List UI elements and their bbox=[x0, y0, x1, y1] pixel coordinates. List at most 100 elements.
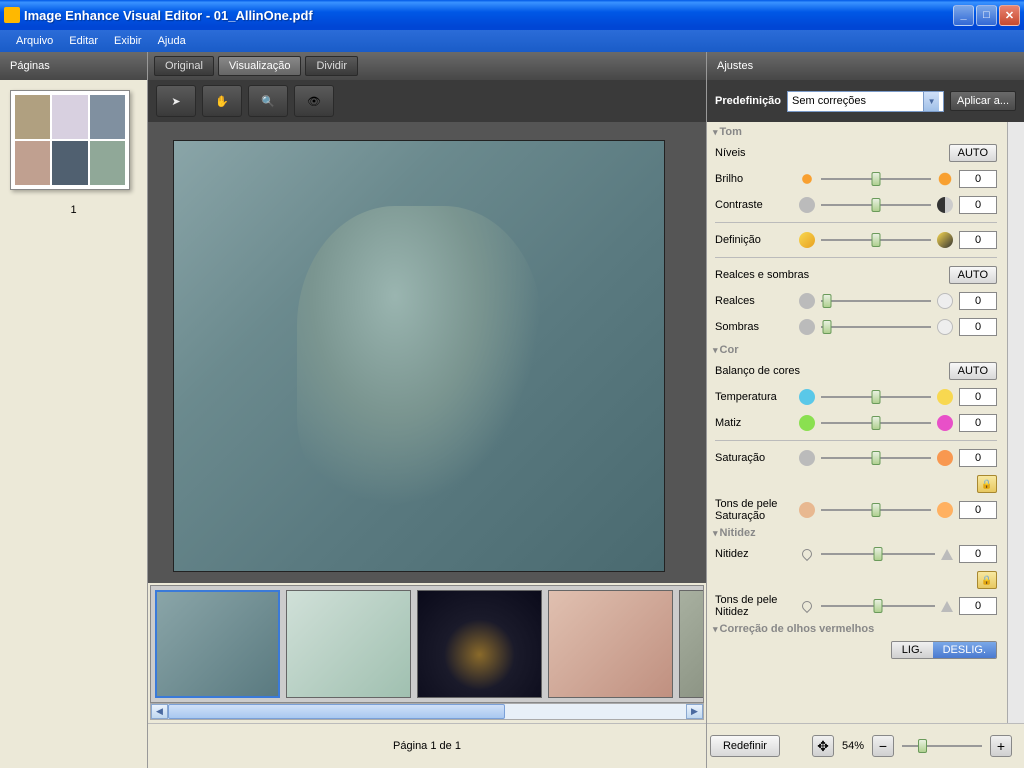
panel-scrollbar[interactable] bbox=[1007, 122, 1024, 723]
maximize-button[interactable]: □ bbox=[976, 5, 997, 26]
definicao-value[interactable]: 0 bbox=[959, 231, 997, 249]
redefine-button[interactable]: Redefinir bbox=[710, 735, 780, 757]
titlebar: Image Enhance Visual Editor - 01_AllinOn… bbox=[0, 0, 1024, 30]
main-image[interactable] bbox=[173, 140, 665, 572]
zoom-out-button[interactable]: − bbox=[872, 735, 894, 757]
matiz-slider[interactable] bbox=[821, 415, 931, 431]
tab-visualizacao[interactable]: Visualização bbox=[218, 56, 302, 76]
niveis-auto-button[interactable]: AUTO bbox=[949, 144, 997, 162]
page-number: 1 bbox=[10, 204, 137, 216]
highlights-high-icon bbox=[937, 293, 953, 309]
redeye-toggle: LIG. DESLIG. bbox=[891, 641, 997, 659]
fit-button[interactable]: ✥ bbox=[812, 735, 834, 757]
zoom-tool[interactable]: 🔍 bbox=[248, 85, 288, 117]
tonspele-sat-value[interactable]: 0 bbox=[959, 501, 997, 519]
app-icon bbox=[4, 7, 20, 23]
balanco-auto-button[interactable]: AUTO bbox=[949, 362, 997, 380]
saturacao-slider[interactable] bbox=[821, 450, 931, 466]
menu-exibir[interactable]: Exibir bbox=[106, 33, 150, 49]
menu-editar[interactable]: Editar bbox=[61, 33, 106, 49]
pages-header: Páginas bbox=[0, 52, 147, 80]
realces-auto-button[interactable]: AUTO bbox=[949, 266, 997, 284]
redeye-on-button[interactable]: LIG. bbox=[892, 642, 933, 658]
hand-icon: ✋ bbox=[215, 95, 229, 108]
contraste-slider[interactable] bbox=[821, 197, 931, 213]
realces-value[interactable]: 0 bbox=[959, 292, 997, 310]
sharp-low-icon bbox=[800, 547, 814, 561]
sat-low-icon bbox=[799, 450, 815, 466]
zoom-in-button[interactable]: + bbox=[990, 735, 1012, 757]
close-button[interactable]: ✕ bbox=[999, 5, 1020, 26]
sombras-slider[interactable] bbox=[821, 319, 931, 335]
tonspele-sat-label: Tons de pele Saturação bbox=[715, 498, 793, 522]
section-tom[interactable]: Tom bbox=[707, 122, 1005, 140]
panel-footer: Redefinir ✥ 54% − + bbox=[707, 723, 1024, 768]
redeye-off-button[interactable]: DESLIG. bbox=[933, 642, 996, 658]
filmstrip-thumb[interactable] bbox=[286, 590, 411, 698]
realces-slider[interactable] bbox=[821, 293, 931, 309]
nitidez-slider[interactable] bbox=[821, 546, 935, 562]
scroll-right-button[interactable]: ▶ bbox=[686, 704, 703, 719]
nitidez-label: Nitidez bbox=[715, 548, 793, 560]
tab-dividir[interactable]: Dividir bbox=[305, 56, 358, 76]
section-nitidez[interactable]: Nitidez bbox=[707, 523, 1005, 541]
niveis-label: Níveis bbox=[715, 147, 793, 159]
preset-row: Predefinição Sem correções ▼ Aplicar a..… bbox=[707, 80, 1024, 122]
sombras-value[interactable]: 0 bbox=[959, 318, 997, 336]
apply-button[interactable]: Aplicar a... bbox=[950, 91, 1016, 111]
filmstrip-thumb[interactable] bbox=[679, 590, 704, 698]
menu-ajuda[interactable]: Ajuda bbox=[150, 33, 194, 49]
tonspele-sat-slider[interactable] bbox=[821, 502, 931, 518]
menu-arquivo[interactable]: Arquivo bbox=[8, 33, 61, 49]
skin-low-icon bbox=[799, 502, 815, 518]
scroll-left-button[interactable]: ◀ bbox=[151, 704, 168, 719]
tonspele-nit-slider[interactable] bbox=[821, 598, 935, 614]
hand-tool[interactable]: ✋ bbox=[202, 85, 242, 117]
tint-magenta-icon bbox=[937, 415, 953, 431]
filmstrip-thumb[interactable] bbox=[417, 590, 542, 698]
definicao-label: Definição bbox=[715, 234, 793, 246]
sombras-label: Sombras bbox=[715, 321, 793, 333]
brilho-slider[interactable] bbox=[821, 171, 931, 187]
scroll-thumb[interactable] bbox=[168, 704, 505, 719]
temp-warm-icon bbox=[937, 389, 953, 405]
brilho-label: Brilho bbox=[715, 173, 793, 185]
section-redeye[interactable]: Correção de olhos vermelhos bbox=[707, 619, 1005, 637]
zoom-slider[interactable] bbox=[902, 738, 982, 754]
shadows-low-icon bbox=[799, 319, 815, 335]
minimize-button[interactable]: _ bbox=[953, 5, 974, 26]
nitidez-value[interactable]: 0 bbox=[959, 545, 997, 563]
saturacao-value[interactable]: 0 bbox=[959, 449, 997, 467]
balanco-label: Balanço de cores bbox=[715, 365, 835, 377]
contrast-low-icon bbox=[799, 197, 815, 213]
preset-dropdown[interactable]: Sem correções ▼ bbox=[787, 91, 944, 112]
tab-original[interactable]: Original bbox=[154, 56, 214, 76]
chevron-down-icon: ▼ bbox=[923, 92, 939, 111]
center-area: Original Visualização Dividir ➤ ✋ 🔍 👁 ◀ bbox=[148, 52, 706, 768]
preset-value: Sem correções bbox=[792, 95, 866, 107]
contraste-value[interactable]: 0 bbox=[959, 196, 997, 214]
skin-high-icon bbox=[937, 502, 953, 518]
filmstrip-scrollbar[interactable]: ◀ ▶ bbox=[150, 703, 704, 720]
tonspele-nit-value[interactable]: 0 bbox=[959, 597, 997, 615]
filmstrip-thumb[interactable] bbox=[548, 590, 673, 698]
saturacao-label: Saturação bbox=[715, 452, 793, 464]
filmstrip-thumb[interactable] bbox=[155, 590, 280, 698]
saturacao-lock-button[interactable]: 🔒 bbox=[977, 475, 997, 493]
pointer-icon: ➤ bbox=[171, 95, 180, 108]
zoom-percent: 54% bbox=[842, 740, 864, 752]
matiz-value[interactable]: 0 bbox=[959, 414, 997, 432]
window-title: Image Enhance Visual Editor - 01_AllinOn… bbox=[24, 8, 953, 23]
definicao-slider[interactable] bbox=[821, 232, 931, 248]
sharp-high-icon bbox=[941, 549, 953, 560]
nitidez-lock-button[interactable]: 🔒 bbox=[977, 571, 997, 589]
canvas-area bbox=[148, 122, 706, 583]
page-thumbnail[interactable] bbox=[10, 90, 130, 190]
pointer-tool[interactable]: ➤ bbox=[156, 85, 196, 117]
brightness-low-icon bbox=[799, 171, 815, 187]
brilho-value[interactable]: 0 bbox=[959, 170, 997, 188]
temperatura-value[interactable]: 0 bbox=[959, 388, 997, 406]
section-cor[interactable]: Cor bbox=[707, 340, 1005, 358]
temperatura-slider[interactable] bbox=[821, 389, 931, 405]
eye-tool[interactable]: 👁 bbox=[294, 85, 334, 117]
